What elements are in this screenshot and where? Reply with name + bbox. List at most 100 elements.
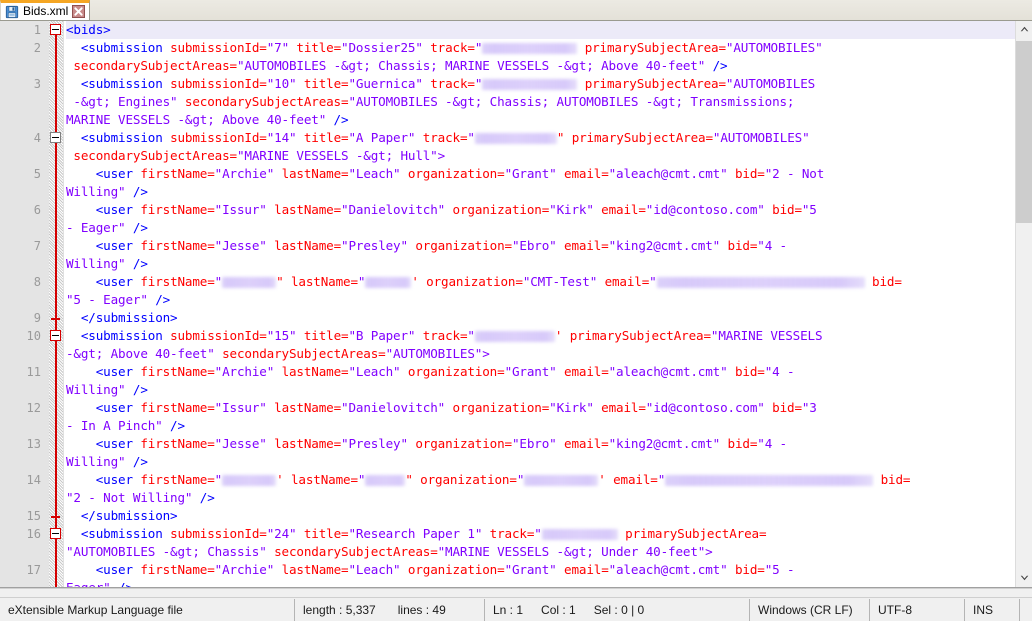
line-number-blank <box>0 57 49 75</box>
code-token: lastName <box>267 436 334 451</box>
code-line[interactable]: <bids> <box>66 21 1032 39</box>
code-line[interactable]: <user firstName="Archie" lastName="Leach… <box>66 363 1032 381</box>
code-token: Willing" <box>66 184 125 199</box>
code-line[interactable]: secondarySubjectAreas="AUTOMOBILES -&gt;… <box>66 57 1032 75</box>
code-token: "7" <box>267 40 289 55</box>
code-line[interactable]: Eager" /> <box>66 579 1032 587</box>
status-insert-mode[interactable]: INS <box>965 599 1020 621</box>
code-token: = <box>207 472 214 487</box>
code-token: "id@contoso.com" <box>646 202 765 217</box>
scroll-up-button[interactable] <box>1016 21 1032 38</box>
code-token: = <box>757 166 764 181</box>
code-line[interactable]: <user firstName="Archie" lastName="Leach… <box>66 561 1032 579</box>
code-line[interactable]: <user firstName="Jesse" lastName="Presle… <box>66 435 1032 453</box>
code-token: " <box>358 274 365 289</box>
code-line[interactable]: Willing" /> <box>66 453 1032 471</box>
code-token: "4 - <box>765 364 795 379</box>
code-token: = <box>207 274 214 289</box>
code-line[interactable]: secondarySubjectAreas="MARINE VESSELS -&… <box>66 147 1032 165</box>
code-token: submissionId <box>163 328 260 343</box>
fold-end-marker[interactable] <box>51 516 60 518</box>
status-encoding[interactable]: UTF-8 <box>870 599 965 621</box>
code-line[interactable]: <submission submissionId="15" title="B P… <box>66 327 1032 345</box>
line-number: 14 <box>0 471 49 489</box>
code-token: track <box>423 40 468 55</box>
code-token: = <box>350 472 357 487</box>
code-token: = <box>467 76 474 91</box>
code-line[interactable]: -&gt; Engines" secondarySubjectAreas="AU… <box>66 93 1032 111</box>
code-token: "id@contoso.com" <box>646 400 765 415</box>
code-line[interactable]: MARINE VESSELS -&gt; Above 40-feet" /> <box>66 111 1032 129</box>
line-number: 13 <box>0 435 49 453</box>
horizontal-scroll-strip[interactable] <box>0 588 1032 597</box>
redacted-text <box>222 277 276 288</box>
fold-toggle-4[interactable] <box>50 132 61 143</box>
code-line[interactable]: Willing" /> <box>66 183 1032 201</box>
code-token: track <box>423 76 468 91</box>
scroll-down-button[interactable] <box>1016 570 1032 587</box>
code-line[interactable]: <user firstName="" lastName="' organizat… <box>66 273 1032 291</box>
code-line[interactable]: <user firstName="' lastName="" organizat… <box>66 471 1032 489</box>
code-token: submissionId <box>163 40 260 55</box>
code-token: = <box>515 274 522 289</box>
code-line[interactable]: <user firstName="Issur" lastName="Daniel… <box>66 201 1032 219</box>
code-token: organization <box>408 436 505 451</box>
code-token <box>66 364 96 379</box>
close-icon[interactable] <box>72 5 85 18</box>
redacted-text <box>475 133 557 144</box>
fold-toggle-1[interactable] <box>50 24 61 35</box>
status-col-label: Col : 1 <box>541 603 576 617</box>
code-line[interactable]: - In A Pinch" /> <box>66 417 1032 435</box>
code-line[interactable]: <submission submissionId="14" title="A P… <box>66 129 1032 147</box>
code-token: /> <box>192 490 214 505</box>
code-line[interactable]: "2 - Not Willing" /> <box>66 489 1032 507</box>
code-token: = <box>334 202 341 217</box>
code-token: secondarySubjectAreas <box>177 94 341 109</box>
code-line[interactable]: - Eager" /> <box>66 219 1032 237</box>
code-text-area[interactable]: <bids> <submission submissionId="7" titl… <box>63 21 1032 587</box>
code-token: bid <box>728 364 758 379</box>
code-token: " lastName <box>276 274 350 289</box>
editor-area[interactable]: 1234567891011121314151617 <bids> <submis… <box>0 21 1032 588</box>
status-eol-format[interactable]: Windows (CR LF) <box>750 599 870 621</box>
code-line[interactable]: "5 - Eager" /> <box>66 291 1032 309</box>
code-token: = <box>903 472 910 487</box>
line-number: 17 <box>0 561 49 579</box>
code-line[interactable]: <submission submissionId="7" title="Doss… <box>66 39 1032 57</box>
code-line[interactable]: "AUTOMOBILES -&gt; Chassis" secondarySub… <box>66 543 1032 561</box>
code-line[interactable]: </submission> <box>66 309 1032 327</box>
fold-margin[interactable] <box>49 21 63 587</box>
code-token: email <box>557 436 602 451</box>
code-token: "aleach@cmt.cmt" <box>609 364 728 379</box>
code-token: = <box>794 202 801 217</box>
line-number: 12 <box>0 399 49 417</box>
code-line[interactable]: Willing" /> <box>66 381 1032 399</box>
code-token: = <box>207 202 214 217</box>
code-token: "Ebro" <box>512 436 557 451</box>
line-number-blank <box>0 219 49 237</box>
code-line[interactable]: -&gt; Above 40-feet" secondarySubjectAre… <box>66 345 1032 363</box>
code-line[interactable]: <submission submissionId="10" title="Gue… <box>66 75 1032 93</box>
resize-grip-icon[interactable] <box>1028 604 1030 616</box>
code-token: <user <box>96 436 133 451</box>
code-token: primarySubjectArea <box>577 76 718 91</box>
tab-bids-xml[interactable]: Bids.xml <box>0 0 90 20</box>
fold-end-marker[interactable] <box>51 318 60 320</box>
code-line[interactable]: </submission> <box>66 507 1032 525</box>
fold-toggle-10[interactable] <box>50 330 61 341</box>
code-token: " <box>467 130 474 145</box>
code-token: "Issur" <box>215 202 267 217</box>
line-number-blank <box>0 183 49 201</box>
code-line[interactable]: <user firstName="Issur" lastName="Daniel… <box>66 399 1032 417</box>
code-token: "Danielovitch" <box>341 202 445 217</box>
vertical-scrollbar[interactable] <box>1015 21 1032 587</box>
code-token: = <box>259 40 266 55</box>
line-number-blank <box>0 417 49 435</box>
fold-toggle-16[interactable] <box>50 528 61 539</box>
code-line[interactable]: <submission submissionId="24" title="Res… <box>66 525 1032 543</box>
code-line[interactable]: <user firstName="Jesse" lastName="Presle… <box>66 237 1032 255</box>
code-line[interactable]: Willing" /> <box>66 255 1032 273</box>
code-line[interactable]: <user firstName="Archie" lastName="Leach… <box>66 165 1032 183</box>
code-token: /> <box>125 220 147 235</box>
scrollbar-thumb[interactable] <box>1016 41 1032 223</box>
